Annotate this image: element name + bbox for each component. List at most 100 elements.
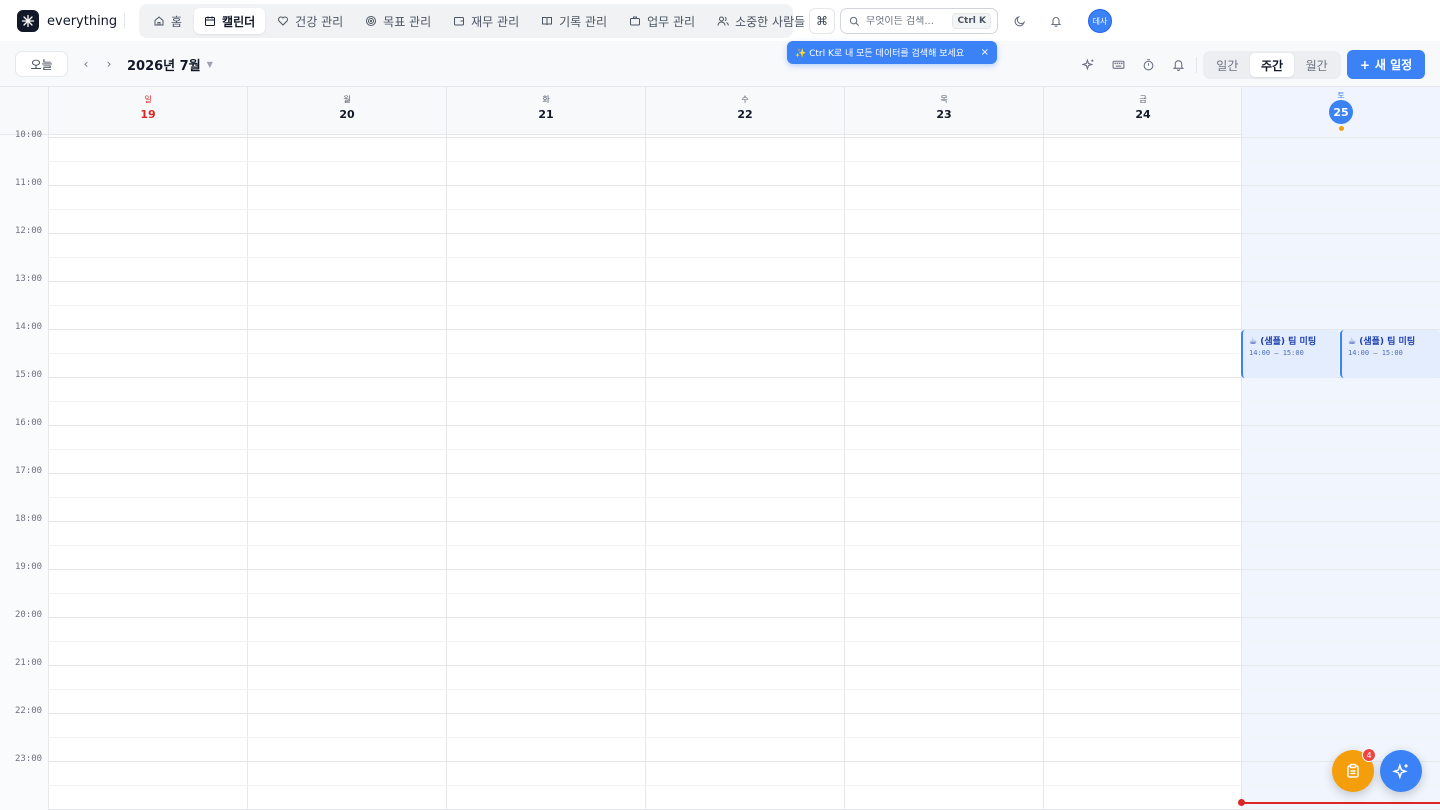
search-icon xyxy=(849,16,860,26)
day-number: 23 xyxy=(936,108,952,121)
nav-item-goals[interactable]: 목표 관리 xyxy=(355,8,441,34)
month-selector[interactable]: 2026년 7월 ▼ xyxy=(127,55,213,74)
keyboard-shortcuts-button[interactable] xyxy=(1109,55,1127,73)
tasks-fab[interactable]: 4 xyxy=(1332,748,1376,792)
divider xyxy=(124,13,125,29)
event-time: 14:00 – 15:00 xyxy=(1348,349,1403,357)
chevron-down-icon: ▼ xyxy=(206,60,213,69)
day-header-thu[interactable]: 목 23 xyxy=(844,87,1043,135)
nav-item-work[interactable]: 업무 관리 xyxy=(619,8,705,34)
target-icon xyxy=(366,16,377,26)
hour-label: 15:00 xyxy=(15,370,43,380)
event-indicator-dot xyxy=(1338,126,1344,131)
hour-label: 20:00 xyxy=(15,610,43,620)
hour-label: 10:00 xyxy=(15,130,43,140)
briefcase-icon xyxy=(630,16,641,26)
prev-week-button[interactable]: ‹ xyxy=(78,56,94,72)
hour-label: 18:00 xyxy=(15,514,43,524)
nav-item-label: 목표 관리 xyxy=(383,14,432,29)
week-calendar: 일 19 월 20 화 21 수 22 목 23 금 24 토 25 10:00… xyxy=(0,87,1440,810)
next-week-button[interactable]: › xyxy=(101,56,117,72)
day-of-week: 금 xyxy=(1139,95,1147,104)
event-time: 14:00 – 15:00 xyxy=(1249,349,1304,357)
day-header-sun[interactable]: 일 19 xyxy=(48,87,247,135)
day-of-week: 토 xyxy=(1337,91,1345,100)
nav-item-health[interactable]: 건강 관리 xyxy=(267,8,353,34)
view-week[interactable]: 주간 xyxy=(1249,53,1295,77)
search-shortcut: Ctrl K xyxy=(952,13,991,29)
ai-assistant-fab[interactable] xyxy=(1380,750,1422,792)
hour-line xyxy=(48,473,1440,474)
day-of-week: 수 xyxy=(741,95,749,104)
hour-line xyxy=(48,665,1440,666)
reminders-button[interactable] xyxy=(1169,55,1187,73)
nav-item-records[interactable]: 기록 관리 xyxy=(531,8,617,34)
hour-line xyxy=(48,425,1440,426)
nav-item-label: 건강 관리 xyxy=(295,14,344,29)
day-number: 19 xyxy=(140,108,156,121)
timer-button[interactable] xyxy=(1139,55,1157,73)
half-hour-line xyxy=(48,641,1440,642)
search-box[interactable]: Ctrl K xyxy=(840,8,998,34)
view-month[interactable]: 월간 xyxy=(1294,53,1339,77)
time-grid: 10:00 11:00 12:00 13:00 14:00 15:00 16:0… xyxy=(0,130,1440,810)
command-menu-button[interactable]: ⌘ xyxy=(809,8,835,34)
hour-line xyxy=(48,137,1440,138)
current-time-line xyxy=(1241,802,1440,804)
nav-item-label: 재무 관리 xyxy=(471,14,520,29)
day-header-tue[interactable]: 화 21 xyxy=(446,87,645,135)
brand-name: everything xyxy=(47,13,118,29)
hour-label: 19:00 xyxy=(15,562,43,572)
ai-suggest-button[interactable] xyxy=(1079,55,1097,73)
nav-item-finance[interactable]: 재무 관리 xyxy=(443,8,529,34)
view-day[interactable]: 일간 xyxy=(1205,53,1250,77)
heart-icon xyxy=(278,16,289,26)
top-bar: everything 홈 캘린더 건강 관리 목표 관리 재무 관리 기록 관리 xyxy=(0,0,1440,41)
hour-line xyxy=(48,713,1440,714)
notifications-button[interactable] xyxy=(1045,10,1067,32)
hour-line xyxy=(48,521,1440,522)
divider xyxy=(1196,57,1197,73)
tip-text: ✨ Ctrl K로 내 모든 데이터를 검색해 보세요 xyxy=(795,49,965,59)
nav-item-home[interactable]: 홈 xyxy=(143,8,192,34)
moon-icon xyxy=(1014,15,1026,27)
hour-line xyxy=(48,233,1440,234)
hour-label: 14:00 xyxy=(15,322,43,332)
day-header-fri[interactable]: 금 24 xyxy=(1043,87,1242,135)
nav-item-people[interactable]: 소중한 사람들 xyxy=(707,8,815,34)
nav-item-label: 소중한 사람들 xyxy=(735,14,806,29)
day-header-wed[interactable]: 수 22 xyxy=(645,87,844,135)
calendar-event[interactable]: ☕ (샘플) 팀 미팅 14:00 – 15:00 xyxy=(1241,330,1339,378)
search-input[interactable] xyxy=(866,15,947,27)
half-hour-line xyxy=(48,449,1440,450)
new-event-button[interactable]: + 새 일정 xyxy=(1347,50,1425,79)
calendar-toolbar: 오늘 ‹ › 2026년 7월 ▼ 일간 주간 월간 + 새 일정 xyxy=(0,41,1440,87)
half-hour-line xyxy=(48,401,1440,402)
today-button[interactable]: 오늘 xyxy=(15,51,68,77)
book-icon xyxy=(542,17,553,26)
half-hour-line xyxy=(48,257,1440,258)
day-header-mon[interactable]: 월 20 xyxy=(247,87,446,135)
brand[interactable]: everything xyxy=(17,10,117,32)
event-title: ☕ (샘플) 팀 미팅 xyxy=(1348,337,1416,347)
half-hour-line xyxy=(48,353,1440,354)
day-number: 21 xyxy=(538,108,554,121)
hour-line xyxy=(48,329,1440,330)
half-hour-line xyxy=(48,593,1440,594)
half-hour-line xyxy=(48,689,1440,690)
main-nav: 홈 캘린더 건강 관리 목표 관리 재무 관리 기록 관리 업무 관리 소중한 xyxy=(139,4,805,38)
bell-icon xyxy=(1172,59,1184,71)
avatar[interactable]: 데사 xyxy=(1088,9,1112,33)
day-header-sat-today[interactable]: 토 25 xyxy=(1241,87,1440,135)
calendar-event[interactable]: ☕ (샘플) 팀 미팅 14:00 – 15:00 xyxy=(1340,330,1440,378)
close-icon[interactable]: × xyxy=(981,47,989,58)
nav-item-calendar[interactable]: 캘린더 xyxy=(194,8,266,34)
hour-label: 13:00 xyxy=(15,274,43,284)
nav-item-label: 업무 관리 xyxy=(647,14,696,29)
nav-item-label: 기록 관리 xyxy=(559,14,608,29)
wallet-icon xyxy=(454,17,465,26)
sparkles-icon xyxy=(1081,57,1093,71)
hour-label: 23:00 xyxy=(15,754,43,764)
today-date-badge: 25 xyxy=(1329,100,1353,124)
theme-toggle-button[interactable] xyxy=(1009,10,1031,32)
